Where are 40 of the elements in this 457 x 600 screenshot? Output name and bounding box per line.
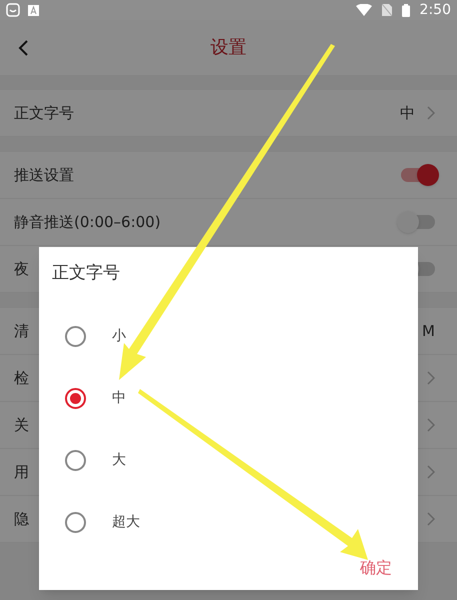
radio-option[interactable]: 大 (39, 430, 418, 492)
radio-option[interactable]: 中 (39, 368, 418, 430)
chevron-icon (427, 465, 435, 479)
status-time: 2:50 (420, 0, 451, 20)
radio-button[interactable] (65, 326, 86, 347)
back-icon (18, 40, 28, 56)
chevron-icon (427, 371, 435, 385)
radio-button[interactable] (65, 512, 86, 533)
option-label: 超大 (112, 513, 140, 532)
setting-label: 隐 (14, 508, 29, 530)
setting-value: M (422, 320, 435, 342)
no-sim-icon (382, 4, 392, 16)
wifi-icon (356, 4, 372, 16)
radio-option[interactable]: 小 (39, 306, 418, 368)
radio-option[interactable]: 超大 (39, 492, 418, 554)
option-label: 大 (112, 451, 126, 470)
option-label: 中 (112, 389, 126, 408)
option-label: 小 (112, 327, 126, 346)
battery-icon (402, 4, 410, 16)
setting-label: 用 (14, 462, 29, 483)
radio-button[interactable] (65, 388, 86, 409)
app-icon (28, 4, 39, 16)
chevron-icon (427, 418, 435, 432)
setting-label: 静音推送(0:00–6:00) (14, 212, 161, 233)
settings-row[interactable]: 静音推送(0:00–6:00) (0, 199, 457, 246)
setting-label: 检 (14, 368, 29, 389)
setting-label: 推送设置 (14, 164, 74, 186)
setting-label: 清 (14, 320, 29, 342)
settings-row[interactable]: 推送设置 (0, 152, 457, 199)
setting-label: 关 (14, 414, 29, 436)
setting-label: 夜 (14, 258, 29, 280)
chevron-icon (427, 106, 435, 120)
setting-value: 中 (400, 102, 415, 124)
setting-label: 正文字号 (14, 102, 74, 124)
notification-icon (6, 3, 20, 17)
page-title: 设置 (210, 36, 246, 60)
dialog-title: 正文字号 (52, 262, 120, 285)
chevron-icon (427, 512, 435, 526)
radio-button[interactable] (65, 450, 86, 471)
settings-row[interactable]: 正文字号 中 (0, 90, 457, 137)
